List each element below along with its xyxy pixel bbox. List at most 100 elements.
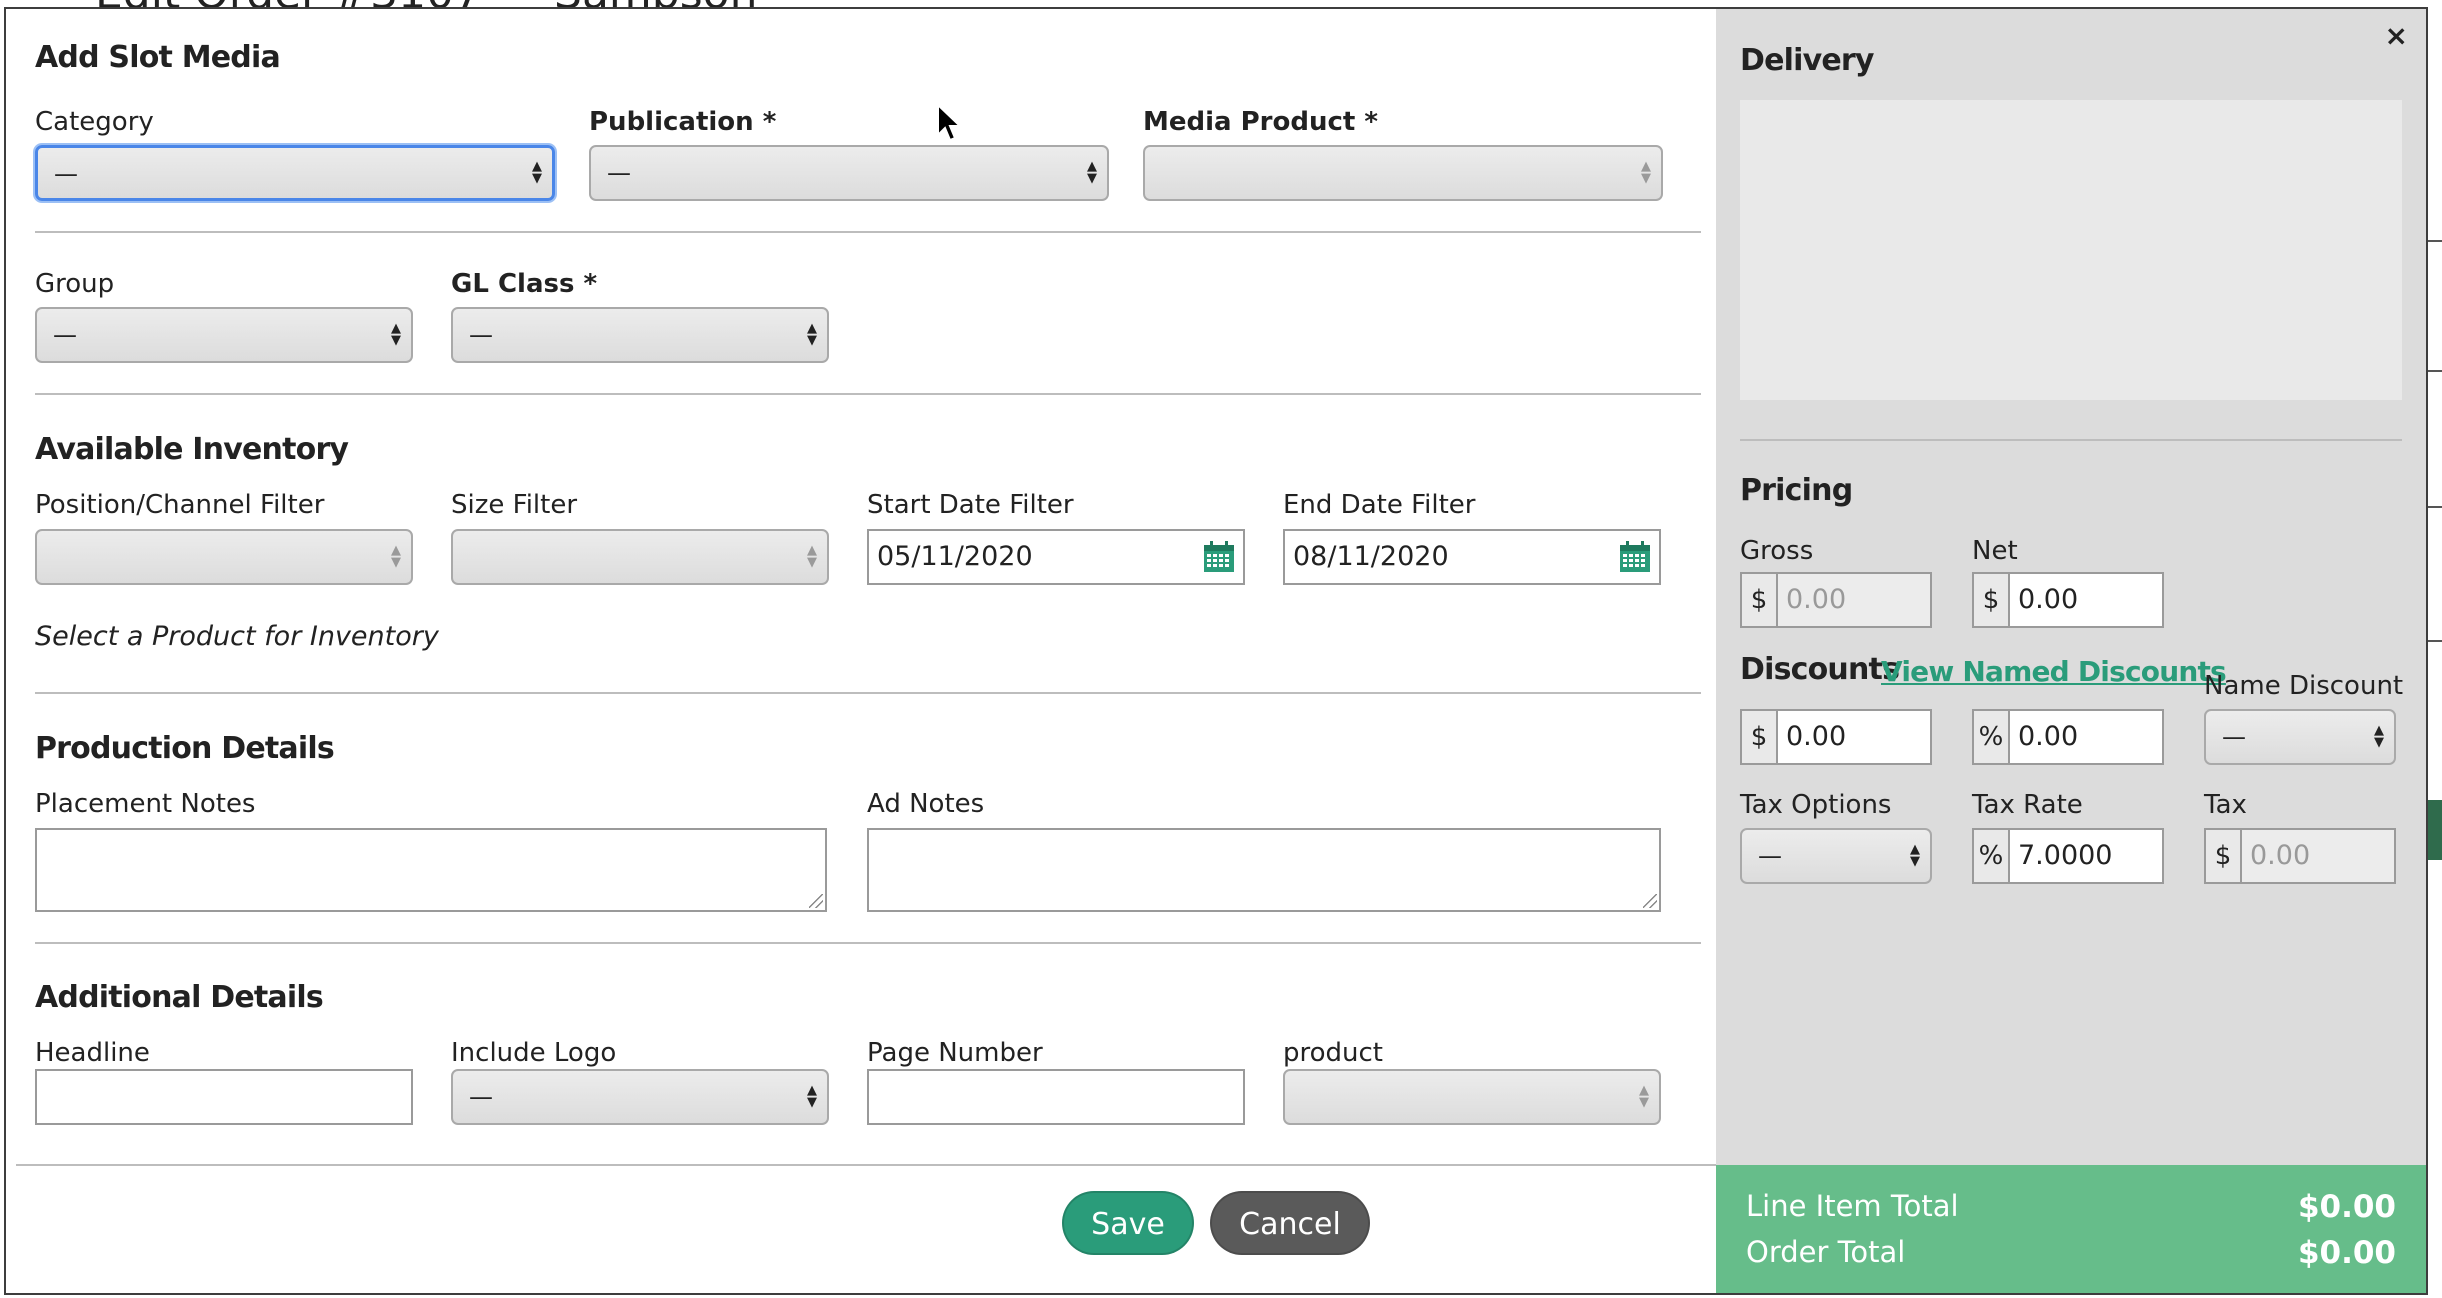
page-number-label: Page Number — [867, 1038, 1043, 1068]
placement-notes-textarea[interactable] — [35, 828, 827, 912]
percent-prefix: % — [1974, 830, 2010, 882]
name-discount-label: Name Discount — [2204, 671, 2404, 701]
position-channel-filter-select[interactable]: ▲ ▼ — [35, 529, 413, 585]
start-date-value: 05/11/2020 — [877, 541, 1033, 572]
production-details-title: Production Details — [35, 731, 335, 766]
net-value: 0.00 — [2018, 584, 2079, 615]
discount-percent-input[interactable]: % 0.00 — [1972, 709, 2164, 765]
gross-label: Gross — [1740, 536, 1814, 566]
gross-input[interactable]: $ 0.00 — [1740, 572, 1932, 628]
available-inventory-title: Available Inventory — [35, 432, 349, 467]
select-arrows-icon: ▲ ▼ — [807, 543, 817, 570]
modal-title: Add Slot Media — [35, 40, 281, 75]
group-select[interactable]: — ▲ ▼ — [35, 307, 413, 363]
ad-notes-label: Ad Notes — [867, 789, 985, 819]
gl-class-label: GL Class * — [451, 269, 598, 299]
group-select-value: — — [53, 321, 77, 349]
footer-divider — [16, 1164, 1716, 1166]
section-divider — [35, 231, 1701, 233]
start-date-filter-input[interactable]: 05/11/2020 — [867, 529, 1245, 585]
page-number-input[interactable] — [867, 1069, 1245, 1125]
view-named-discounts-link[interactable]: View Named Discounts — [1881, 655, 2227, 688]
discount-percent-value: 0.00 — [2018, 721, 2079, 752]
cancel-button[interactable]: Cancel — [1210, 1191, 1370, 1255]
select-arrows-icon: ▲ ▼ — [2374, 723, 2384, 750]
add-slot-media-modal: Add Slot Media Category — ▲ ▼ Publication… — [6, 9, 2426, 1293]
line-item-total-value: $0.00 — [2297, 1189, 2396, 1225]
select-arrows-icon: ▲ ▼ — [807, 1083, 817, 1110]
section-divider — [35, 692, 1701, 694]
select-arrows-icon: ▲ ▼ — [1087, 159, 1097, 186]
tax-input[interactable]: $ 0.00 — [2204, 828, 2396, 884]
select-arrows-icon: ▲ ▼ — [532, 159, 542, 186]
tax-rate-value: 7.0000 — [2018, 840, 2113, 871]
gl-class-select[interactable]: — ▲ ▼ — [451, 307, 829, 363]
start-date-filter-label: Start Date Filter — [867, 490, 1074, 520]
select-arrows-icon: ▲ ▼ — [807, 321, 817, 348]
tax-label: Tax — [2204, 790, 2247, 820]
name-discount-select[interactable]: — ▲ ▼ — [2204, 709, 2396, 765]
select-arrows-icon: ▲ ▼ — [1910, 842, 1920, 869]
tax-options-select[interactable]: — ▲ ▼ — [1740, 828, 1932, 884]
category-select-value: — — [54, 160, 78, 188]
discounts-title: Discounts — [1740, 652, 1900, 687]
placement-notes-label: Placement Notes — [35, 789, 256, 819]
calendar-icon[interactable] — [1619, 541, 1651, 573]
net-input[interactable]: $ 0.00 — [1972, 572, 2164, 628]
product-select[interactable]: ▲ ▼ — [1283, 1069, 1661, 1125]
include-logo-value: — — [469, 1083, 493, 1111]
order-total-value: $0.00 — [2297, 1235, 2396, 1271]
save-button[interactable]: Save — [1062, 1191, 1194, 1255]
dollar-prefix: $ — [1742, 574, 1778, 626]
category-label: Category — [35, 107, 154, 137]
delivery-title: Delivery — [1740, 43, 1874, 78]
size-filter-label: Size Filter — [451, 490, 578, 520]
ad-notes-textarea[interactable] — [867, 828, 1661, 912]
delivery-box — [1740, 100, 2402, 400]
include-logo-label: Include Logo — [451, 1038, 617, 1068]
net-label: Net — [1972, 536, 2018, 566]
include-logo-select[interactable]: — ▲ ▼ — [451, 1069, 829, 1125]
gross-value: 0.00 — [1778, 574, 1930, 626]
group-label: Group — [35, 269, 115, 299]
section-divider — [1740, 439, 2402, 441]
order-total-row: Order Total $0.00 — [1746, 1235, 2396, 1271]
tax-rate-input[interactable]: % 7.0000 — [1972, 828, 2164, 884]
tax-options-label: Tax Options — [1740, 790, 1892, 820]
select-arrows-icon: ▲ ▼ — [391, 543, 401, 570]
position-channel-filter-label: Position/Channel Filter — [35, 490, 325, 520]
select-arrows-icon: ▲ ▼ — [1639, 1083, 1649, 1110]
end-date-filter-input[interactable]: 08/11/2020 — [1283, 529, 1661, 585]
headline-input[interactable] — [35, 1069, 413, 1125]
publication-select-value: — — [607, 159, 631, 187]
percent-prefix: % — [1974, 711, 2010, 763]
media-product-select[interactable]: ▲ ▼ — [1143, 145, 1663, 201]
discount-amount-value: 0.00 — [1786, 721, 1847, 752]
resize-handle[interactable] — [809, 894, 823, 908]
end-date-filter-label: End Date Filter — [1283, 490, 1476, 520]
discount-amount-input[interactable]: $ 0.00 — [1740, 709, 1932, 765]
tax-value: 0.00 — [2242, 830, 2394, 882]
section-divider — [35, 393, 1701, 395]
line-item-total-label: Line Item Total — [1746, 1189, 1959, 1223]
calendar-icon[interactable] — [1203, 541, 1235, 573]
publication-select[interactable]: — ▲ ▼ — [589, 145, 1109, 201]
order-total-label: Order Total — [1746, 1235, 1906, 1269]
category-select[interactable]: — ▲ ▼ — [35, 145, 555, 201]
headline-label: Headline — [35, 1038, 150, 1068]
totals-panel: Line Item Total $0.00 Order Total $0.00 — [1716, 1165, 2426, 1293]
resize-handle[interactable] — [1643, 894, 1657, 908]
dollar-prefix: $ — [1974, 574, 2010, 626]
close-icon[interactable]: × — [2385, 19, 2408, 52]
inventory-message: Select a Product for Inventory — [35, 621, 439, 652]
modal-main-panel: Add Slot Media Category — ▲ ▼ Publication… — [6, 9, 1716, 1293]
select-arrows-icon: ▲ ▼ — [391, 321, 401, 348]
size-filter-select[interactable]: ▲ ▼ — [451, 529, 829, 585]
line-item-total-row: Line Item Total $0.00 — [1746, 1189, 2396, 1225]
section-divider — [35, 942, 1701, 944]
end-date-value: 08/11/2020 — [1293, 541, 1449, 572]
media-product-label: Media Product * — [1143, 107, 1378, 137]
select-arrows-icon: ▲ ▼ — [1641, 159, 1651, 186]
tax-options-value: — — [1758, 842, 1782, 870]
product-label: product — [1283, 1038, 1384, 1068]
